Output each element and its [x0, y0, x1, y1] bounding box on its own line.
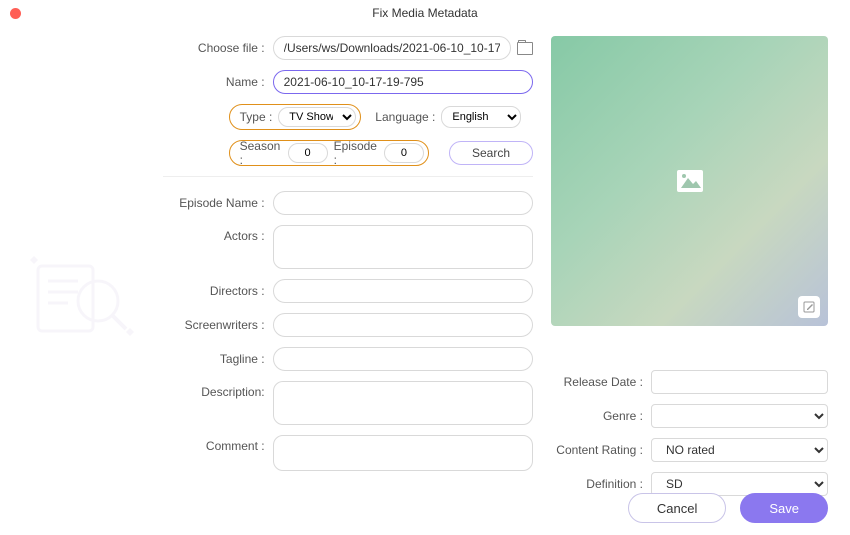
- tagline-label: Tagline :: [163, 352, 273, 366]
- type-group: Type : TV Shows: [229, 104, 362, 130]
- language-label: Language :: [375, 110, 435, 124]
- name-input[interactable]: [273, 70, 533, 94]
- directors-input[interactable]: [273, 279, 533, 303]
- close-window-button[interactable]: [10, 8, 21, 19]
- directors-label: Directors :: [163, 284, 273, 298]
- actors-input[interactable]: [273, 225, 533, 269]
- titlebar: Fix Media Metadata: [0, 0, 850, 26]
- genre-label: Genre :: [551, 409, 651, 423]
- file-path-input[interactable]: [273, 36, 511, 60]
- choose-file-label: Choose file :: [163, 41, 273, 55]
- actors-label: Actors :: [163, 225, 273, 243]
- divider: [163, 176, 533, 177]
- window-title: Fix Media Metadata: [10, 6, 840, 20]
- episode-name-label: Episode Name :: [163, 196, 273, 210]
- name-label: Name :: [163, 75, 273, 89]
- episode-input[interactable]: [384, 143, 424, 163]
- season-episode-group: Season : Episode :: [229, 140, 429, 166]
- folder-icon[interactable]: [517, 42, 533, 55]
- image-placeholder-icon: [677, 170, 703, 192]
- screenwriters-label: Screenwriters :: [163, 318, 273, 332]
- type-label: Type :: [240, 110, 273, 124]
- tagline-input[interactable]: [273, 347, 533, 371]
- search-button[interactable]: Search: [449, 141, 533, 165]
- content-rating-label: Content Rating :: [551, 443, 651, 457]
- save-button[interactable]: Save: [740, 493, 828, 523]
- type-select[interactable]: TV Shows: [278, 107, 356, 127]
- description-input[interactable]: [273, 381, 533, 425]
- window-controls: [10, 8, 21, 19]
- cancel-button[interactable]: Cancel: [628, 493, 726, 523]
- language-select[interactable]: English: [441, 106, 521, 128]
- description-label: Description:: [163, 381, 273, 399]
- comment-label: Comment :: [163, 435, 273, 453]
- poster-preview: [551, 36, 828, 326]
- episode-name-input[interactable]: [273, 191, 533, 215]
- edit-icon: [803, 301, 815, 313]
- content-rating-select[interactable]: NO rated: [651, 438, 828, 462]
- release-date-label: Release Date :: [551, 375, 651, 389]
- definition-label: Definition :: [551, 477, 651, 491]
- release-date-input[interactable]: [651, 370, 828, 394]
- screenwriters-input[interactable]: [273, 313, 533, 337]
- episode-label: Episode :: [334, 139, 378, 167]
- season-input[interactable]: [288, 143, 328, 163]
- season-label: Season :: [240, 139, 282, 167]
- comment-input[interactable]: [273, 435, 533, 471]
- document-search-icon: [28, 256, 138, 346]
- edit-poster-button[interactable]: [798, 296, 820, 318]
- decorative-sidebar: [0, 26, 163, 535]
- genre-select[interactable]: [651, 404, 828, 428]
